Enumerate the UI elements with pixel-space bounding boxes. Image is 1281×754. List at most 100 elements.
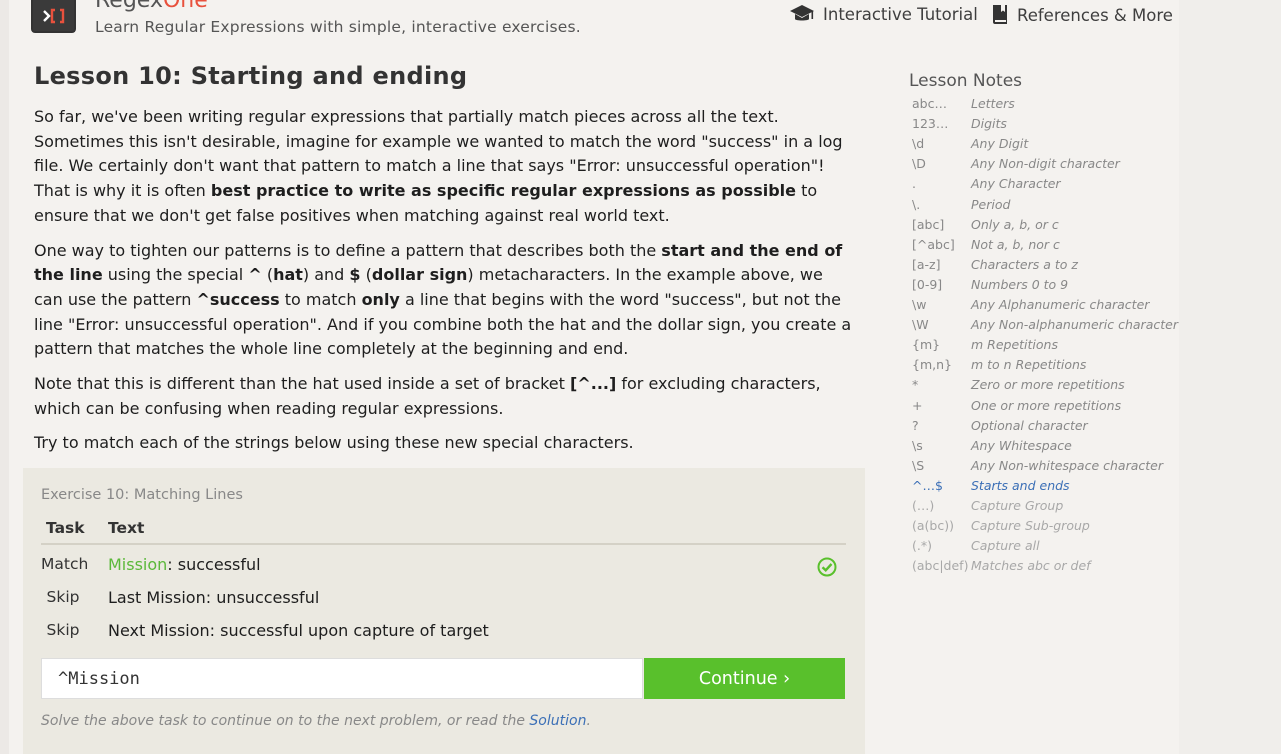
paragraph: Note that this is different than the hat… bbox=[34, 372, 856, 421]
note-syntax: [0-9] bbox=[912, 276, 943, 292]
note-description: Only a, b, or c bbox=[971, 216, 1059, 232]
emphasis: only bbox=[361, 289, 400, 309]
text: One way to tighten our patterns is to de… bbox=[34, 240, 662, 260]
text: ( bbox=[261, 265, 274, 285]
note-description: Characters a to z bbox=[971, 256, 1078, 272]
nav-label: Interactive Tutorial bbox=[823, 4, 978, 24]
note-syntax: abc… bbox=[912, 96, 947, 111]
note-syntax: [a-z] bbox=[912, 256, 941, 272]
check-circle-icon bbox=[817, 557, 837, 577]
paragraph: Try to match each of the strings below u… bbox=[34, 433, 634, 453]
note-syntax: {m} bbox=[912, 337, 941, 353]
note-syntax: (abc|def) bbox=[912, 558, 969, 574]
emphasis: ^success bbox=[196, 289, 280, 309]
task-type: Skip bbox=[46, 621, 80, 639]
book-icon bbox=[993, 5, 1007, 24]
note-description: Not a, b, nor c bbox=[971, 236, 1060, 252]
note-syntax: \W bbox=[912, 317, 929, 333]
note-description: Any Non-whitespace character bbox=[971, 457, 1163, 473]
table-row: Skip Last Mission: unsuccessful bbox=[41, 588, 846, 618]
note-description: Optional character bbox=[971, 417, 1088, 433]
emphasis: [^...] bbox=[570, 374, 617, 394]
note-description: Letters bbox=[971, 96, 1015, 111]
note-description: Period bbox=[971, 196, 1011, 212]
emphasis: ^ bbox=[248, 265, 262, 285]
note-syntax: \w bbox=[912, 297, 927, 312]
note-description: Capture Group bbox=[971, 498, 1064, 513]
column-header-task: Task bbox=[46, 519, 85, 537]
text: . bbox=[586, 713, 591, 729]
exercise-title: Exercise 10: Matching Lines bbox=[41, 487, 243, 503]
note-description: Capture all bbox=[971, 538, 1040, 554]
continue-button[interactable]: Continue › bbox=[644, 658, 845, 699]
row-text: Last Mission: unsuccessful bbox=[108, 588, 320, 607]
note-syntax: \S bbox=[912, 457, 925, 473]
note-syntax: \. bbox=[912, 196, 921, 212]
note-description: Any Non-alphanumeric character bbox=[971, 317, 1178, 333]
note-syntax: \D bbox=[912, 156, 926, 172]
text: to match bbox=[279, 289, 362, 309]
note-syntax: [abc] bbox=[912, 216, 945, 232]
nav-references[interactable]: References & More bbox=[991, 4, 1173, 26]
note-description: m Repetitions bbox=[971, 337, 1058, 353]
note-description: Numbers 0 to 9 bbox=[971, 276, 1069, 292]
logo-icon[interactable] bbox=[31, 0, 76, 33]
text: Solve the above task to continue on to t… bbox=[41, 713, 530, 729]
divider bbox=[41, 543, 846, 545]
note-syntax: {m,n} bbox=[912, 357, 952, 373]
row-text: Next Mission: successful upon capture of… bbox=[108, 621, 489, 640]
lesson-notes-title: Lesson Notes bbox=[909, 71, 1023, 91]
note-description: One or more repetitions bbox=[971, 397, 1122, 413]
note-description: Matches abc or def bbox=[971, 558, 1091, 574]
note-syntax: * bbox=[912, 377, 919, 393]
row-text: Mission: successful bbox=[108, 555, 261, 574]
note-syntax: \s bbox=[912, 437, 923, 453]
note-description: Any Alphanumeric character bbox=[971, 297, 1150, 312]
graduation-cap-icon bbox=[790, 5, 814, 21]
note-syntax: (…) bbox=[912, 498, 935, 513]
solution-link[interactable]: Solution bbox=[529, 713, 586, 729]
text: Note that this is different than the hat… bbox=[34, 374, 571, 394]
task-type: Match bbox=[41, 555, 89, 573]
text: : successful bbox=[167, 555, 261, 574]
emphasis: best practice to write as specific regul… bbox=[210, 181, 796, 201]
table-row: Match Mission: successful bbox=[41, 555, 846, 585]
note-description: Starts and ends bbox=[971, 477, 1070, 493]
paragraph: One way to tighten our patterns is to de… bbox=[34, 239, 856, 363]
task-type: Skip bbox=[46, 588, 80, 606]
text: ( bbox=[360, 265, 372, 285]
note-description: Any Character bbox=[971, 176, 1061, 192]
emphasis: hat bbox=[273, 265, 303, 285]
lesson-body: So far, we've been writing regular expre… bbox=[34, 105, 856, 466]
page-title: Lesson 10: Starting and ending bbox=[34, 62, 468, 90]
note-description: Capture Sub-group bbox=[971, 518, 1090, 534]
brand-name[interactable]: RegexOne bbox=[95, 0, 208, 14]
tagline: Learn Regular Expressions with simple, i… bbox=[95, 18, 581, 36]
text: using the special bbox=[102, 265, 249, 285]
emphasis: $ bbox=[349, 265, 361, 285]
brand-main: Regex bbox=[95, 0, 163, 13]
note-syntax: \d bbox=[912, 136, 925, 152]
note-description: Any Digit bbox=[971, 136, 1029, 152]
nav-interactive-tutorial[interactable]: Interactive Tutorial bbox=[789, 4, 978, 24]
regex-input[interactable] bbox=[41, 658, 643, 699]
note-description: Digits bbox=[971, 116, 1007, 132]
note-description: Any Whitespace bbox=[971, 437, 1072, 453]
exercise-panel: Exercise 10: Matching Lines Task Text Ma… bbox=[23, 468, 865, 754]
column-header-text: Text bbox=[108, 519, 145, 537]
note-syntax: + bbox=[912, 397, 923, 413]
note-description: Any Non-digit character bbox=[971, 156, 1120, 172]
note-syntax: 123… bbox=[912, 116, 949, 132]
emphasis: dollar sign bbox=[371, 265, 468, 285]
note-syntax: (.*) bbox=[912, 538, 932, 554]
note-description: m to n Repetitions bbox=[971, 357, 1087, 373]
note-syntax: ^…$ bbox=[912, 477, 943, 493]
table-row: Skip Next Mission: successful upon captu… bbox=[41, 621, 846, 651]
text: ) and bbox=[302, 265, 350, 285]
match-highlight: Mission bbox=[108, 555, 168, 574]
nav-label: References & More bbox=[1017, 5, 1173, 25]
note-syntax: ? bbox=[912, 417, 919, 433]
brand-accent: One bbox=[162, 0, 208, 13]
note-syntax: [^abc] bbox=[912, 236, 955, 252]
note-syntax: (a(bc)) bbox=[912, 518, 954, 534]
